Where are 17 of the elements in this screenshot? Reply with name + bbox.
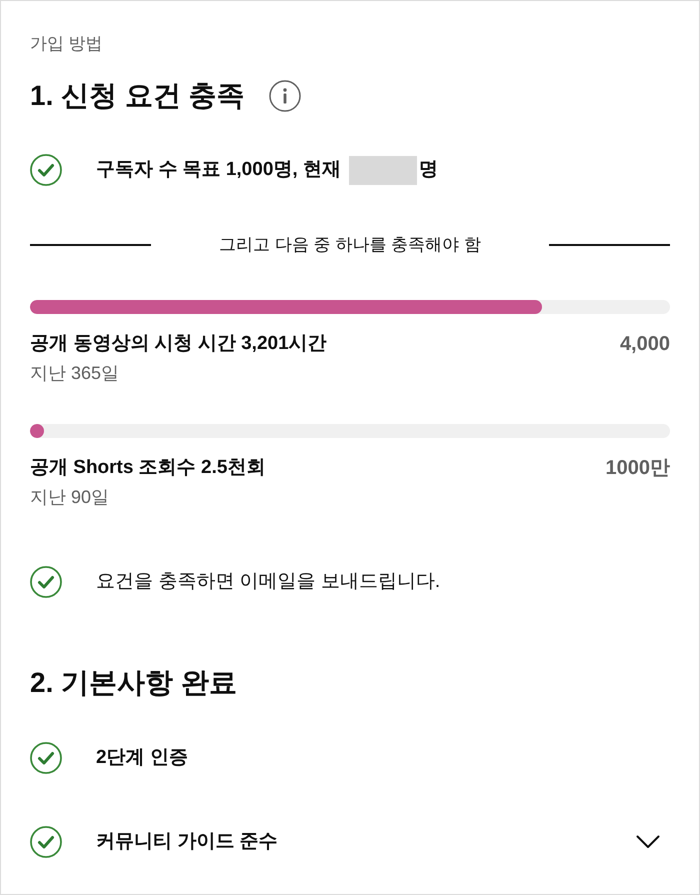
section-heading: 1. 신청 요건 충족 [30, 79, 245, 113]
requirement-text: 구독자 수 목표 1,000명, 현재 [96, 158, 341, 182]
progress-label: 공개 동영상의 시청 시간 3,201시간 [30, 332, 327, 356]
checklist-text: 커뮤니티 가이드 준수 [96, 830, 278, 854]
progress-label: 공개 Shorts 조회수 2.5천회 [30, 456, 266, 480]
progress-target: 4,000 [620, 332, 670, 357]
period-text: 지난 90일 [30, 486, 110, 509]
divider-text: 그리고 다음 중 하나를 충족해야 함 [219, 234, 481, 256]
checklist-text: 2단계 인증 [96, 746, 188, 770]
page-label: 가입 방법 [30, 33, 103, 55]
progress-target: 1000만 [606, 456, 670, 481]
section-heading: 2. 기본사항 완료 [30, 666, 237, 700]
chevron-icon[interactable] [636, 835, 660, 849]
info-icon[interactable] [268, 80, 301, 112]
notice-text: 요건을 충족하면 이메일을 보내드립니다. [96, 570, 440, 594]
requirement-text: 명 [418, 158, 438, 182]
period-text: 지난 365일 [30, 362, 120, 385]
